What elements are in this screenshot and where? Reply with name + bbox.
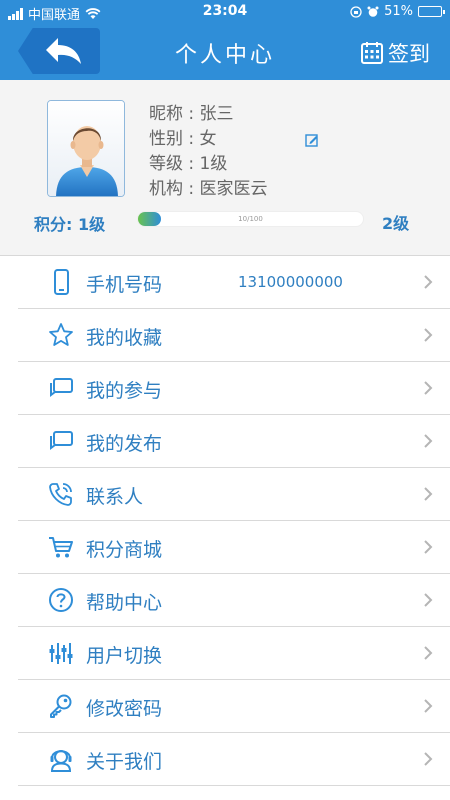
separator: :: [188, 154, 200, 174]
menu-item-help[interactable]: 帮助中心: [18, 574, 450, 627]
chevron-right-icon: [424, 540, 433, 554]
alarm-icon: [367, 6, 379, 17]
level-row: 等级 : 1级: [149, 152, 268, 177]
nickname-label: 昵称: [149, 104, 183, 124]
points-level: 1级: [77, 215, 106, 234]
support-icon: [48, 746, 74, 772]
menu-item-switch-user[interactable]: 用户切换: [18, 627, 450, 680]
menu-item-label: 用户切换: [86, 645, 163, 667]
nickname-row: 昵称 : 张三: [149, 102, 268, 127]
signin-button[interactable]: 签到: [360, 38, 430, 68]
menu-item-change-password[interactable]: 修改密码: [18, 680, 450, 733]
chevron-right-icon: [424, 328, 433, 342]
edit-icon[interactable]: [305, 133, 319, 147]
cart-icon: [48, 534, 74, 560]
separator: :: [188, 104, 200, 124]
key-icon: [48, 693, 74, 719]
nav-bar: 个人中心 签到: [0, 24, 450, 80]
profile-info: 昵称 : 张三 性别 : 女 等级 : 1级 机构 : 医家医云: [149, 102, 268, 202]
menu-item-label: 关于我们: [86, 751, 163, 773]
chevron-right-icon: [424, 381, 433, 395]
chevron-right-icon: [424, 646, 433, 660]
menu-item-participation[interactable]: 我的参与: [18, 362, 450, 415]
battery-percent: 51%: [384, 4, 413, 19]
chat-icon: [48, 428, 74, 454]
gender-value: 女: [199, 129, 217, 149]
menu-item-label: 手机号码: [86, 274, 163, 296]
switch-icon: [48, 640, 74, 666]
menu-item-label: 修改密码: [86, 698, 163, 720]
signin-label: 签到: [388, 42, 430, 66]
phone-icon: [48, 269, 74, 295]
help-icon: [48, 587, 74, 613]
avatar[interactable]: [47, 100, 125, 197]
profile-card: 昵称 : 张三 性别 : 女 等级 : 1级 机构 : 医家医云 积分: 1级 …: [0, 80, 450, 256]
level-value: 1级: [199, 154, 228, 174]
chevron-right-icon: [424, 434, 433, 448]
menu-item-label: 积分商城: [86, 539, 163, 561]
chevron-right-icon: [424, 699, 433, 713]
org-row: 机构 : 医家医云: [149, 177, 268, 202]
menu-item-label: 联系人: [86, 486, 144, 508]
chevron-right-icon: [424, 487, 433, 501]
phone-call-icon: [48, 481, 74, 507]
calendar-icon: [361, 42, 383, 64]
chat-icon: [48, 375, 74, 401]
nickname-value: 张三: [199, 104, 234, 124]
chevron-right-icon: [424, 593, 433, 607]
level-label: 等级: [149, 154, 183, 174]
phone-number-value: 13100000000: [238, 273, 343, 291]
rotation-lock-icon: [350, 5, 362, 18]
chevron-right-icon: [424, 275, 433, 289]
status-right: 51%: [350, 4, 445, 19]
points-progress-bar: 10/100: [137, 211, 364, 227]
progress-text: 10/100: [238, 215, 263, 223]
menu-item-favorites[interactable]: 我的收藏: [18, 309, 450, 362]
gender-row: 性别 : 女: [149, 127, 268, 152]
star-icon: [48, 322, 74, 348]
menu-item-label: 我的参与: [86, 380, 163, 402]
menu-item-phone[interactable]: 手机号码 13100000000: [18, 256, 450, 309]
org-value: 医家医云: [199, 179, 268, 199]
battery-icon: [418, 6, 445, 17]
points-label: 积分: 1级: [34, 211, 105, 235]
menu-item-label: 我的收藏: [86, 327, 163, 349]
menu-item-points-mall[interactable]: 积分商城: [18, 521, 450, 574]
menu-list: 手机号码 13100000000 我的收藏 我的参与 我的发布 联系人 积分商城…: [0, 256, 450, 786]
separator: :: [188, 129, 200, 149]
menu-item-about-us[interactable]: 关于我们: [18, 733, 450, 786]
menu-item-contacts[interactable]: 联系人: [18, 468, 450, 521]
status-bar: 中国联通 23:04 51%: [0, 0, 450, 24]
menu-item-publications[interactable]: 我的发布: [18, 415, 450, 468]
org-label: 机构: [149, 179, 183, 199]
gender-label: 性别: [149, 129, 183, 149]
menu-item-label: 我的发布: [86, 433, 163, 455]
menu-item-label: 帮助中心: [86, 592, 163, 614]
user-avatar-icon: [48, 101, 124, 196]
chevron-right-icon: [424, 752, 433, 766]
next-level-label: 2级: [382, 214, 410, 233]
points-label-text: 积分:: [34, 215, 73, 234]
separator: :: [188, 179, 200, 199]
